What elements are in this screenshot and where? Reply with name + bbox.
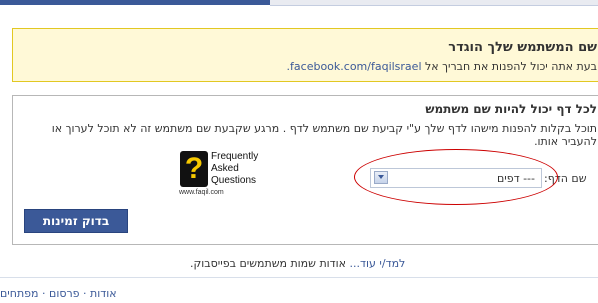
top-nav-bar: [0, 0, 270, 5]
notice-text-prefix: בעת אתה יכול להפנות את חבריך אל: [425, 60, 597, 73]
footer-separator: ·: [79, 287, 87, 300]
footer-divider: [0, 277, 598, 278]
learn-more-line: למד/י עוד... אודות שמות משתמשים בפייסבוק…: [190, 257, 405, 270]
notice-text: בעת אתה יכול להפנות את חבריך אל facebook…: [287, 60, 597, 73]
panel-title: לכל דף יכול להיות שם משתמש: [425, 102, 597, 116]
learn-more-link[interactable]: למד/י עוד...: [350, 257, 406, 270]
footer-link-about[interactable]: אודות: [90, 287, 117, 300]
faq-logo-line3: Questions: [211, 175, 257, 186]
footer-links: אודות · פרסום · מפתחים: [0, 287, 117, 300]
top-nav-bar-light: [270, 0, 598, 6]
question-mark-icon: ?: [180, 151, 208, 187]
notice-title: שם המשתמש שלך הוגדר: [448, 40, 597, 55]
check-availability-button[interactable]: בדוק זמינות: [24, 209, 128, 233]
page-select-value: --- דפים: [496, 172, 535, 185]
chevron-down-icon[interactable]: [374, 171, 388, 184]
username-set-notice: שם המשתמש שלך הוגדר בעת אתה יכול להפנות …: [12, 28, 598, 82]
page-select-dropdown[interactable]: --- דפים: [370, 168, 542, 188]
footer-separator: ·: [38, 287, 46, 300]
faq-logo: ? Frequently Asked Questions www.faqil.c…: [178, 149, 262, 199]
panel-description: תוכל בקלות להפנות מישהו לדף שלך ע"י קביע…: [51, 122, 597, 148]
notice-url-link[interactable]: facebook.com/faqilsrael.: [287, 60, 422, 73]
page-name-label: שם הדף:: [544, 172, 587, 185]
faq-logo-url: www.faqil.com: [179, 189, 224, 196]
footer-link-developers[interactable]: מפתחים: [0, 287, 39, 300]
faq-logo-line1: Frequently: [211, 151, 259, 162]
footer-link-advertising[interactable]: פרסום: [49, 287, 80, 300]
faq-logo-words: Frequently Asked Questions: [211, 151, 258, 187]
faq-logo-line2: Asked: [211, 163, 239, 174]
learn-more-text: אודות שמות משתמשים בפייסבוק.: [190, 257, 347, 270]
question-mark-glyph: ?: [184, 152, 204, 185]
